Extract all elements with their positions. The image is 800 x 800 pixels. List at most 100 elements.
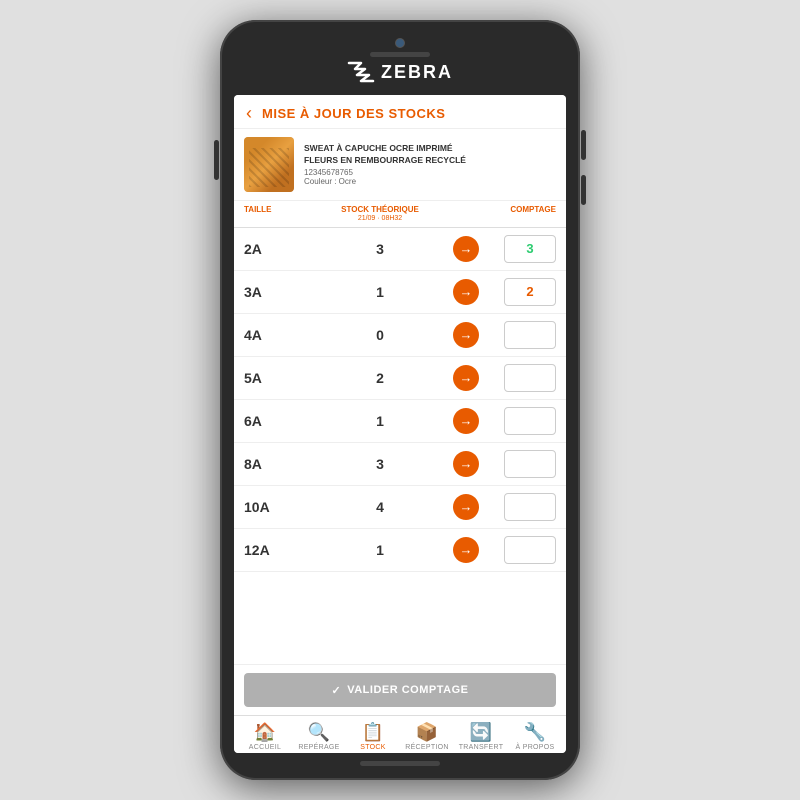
table-body: 2A 3 → 3A 1 → 4A 0 → [234,228,566,664]
nav-item-reception[interactable]: 📦 RÉCEPTION [400,722,454,751]
cell-size: 10A [244,499,314,515]
cell-size: 4A [244,327,314,343]
cell-input [486,407,556,435]
product-color: Couleur : Ocre [304,177,556,186]
cell-arrow: → [446,408,486,434]
cell-size: 3A [244,284,314,300]
cell-stock: 1 [314,413,446,429]
cell-arrow: → [446,451,486,477]
cell-size: 6A [244,413,314,429]
cell-size: 12A [244,542,314,558]
count-input-10A[interactable] [504,493,556,521]
table-row: 2A 3 → [234,228,566,271]
table-header: TAILLE STOCK THÉORIQUE 21/09 · 08H32 COM… [234,201,566,228]
reperage-icon: 🔍 [308,722,330,743]
cell-arrow: → [446,322,486,348]
th-arrow-spacer [446,205,486,223]
product-ref: 12345678765 [304,168,556,177]
arrow-button-8A[interactable]: → [453,451,479,477]
nav-item-apropos[interactable]: 🔧 À PROPOS [508,722,562,751]
count-input-2A[interactable] [504,235,556,263]
cell-stock: 2 [314,370,446,386]
screen: ‹ MISE À JOUR DES STOCKS SWEAT À CAPUCHE… [234,95,566,753]
reception-label: RÉCEPTION [405,744,449,751]
device-top: ZEBRA [234,38,566,89]
product-section: SWEAT À CAPUCHE OCRE IMPRIMÉFLEURS EN RE… [234,129,566,201]
cell-arrow: → [446,537,486,563]
cell-input [486,450,556,478]
apropos-label: À PROPOS [516,744,555,751]
count-input-8A[interactable] [504,450,556,478]
th-taille: TAILLE [244,205,314,223]
product-name: SWEAT À CAPUCHE OCRE IMPRIMÉFLEURS EN RE… [304,143,556,165]
sweat-pattern [244,137,294,192]
side-button-right-bottom[interactable] [581,175,586,205]
cell-input [486,536,556,564]
cell-stock: 0 [314,327,446,343]
nav-bar: 🏠 ACCUEIL 🔍 REPÉRAGE 📋 STOCK 📦 RÉCEPTION… [234,715,566,753]
zebra-brand-name: ZEBRA [381,62,453,83]
transfert-label: TRANSFERT [459,744,504,751]
arrow-button-5A[interactable]: → [453,365,479,391]
cell-stock: 1 [314,542,446,558]
nav-item-reperage[interactable]: 🔍 REPÉRAGE [292,722,346,751]
accueil-icon: 🏠 [254,722,276,743]
cell-input [486,235,556,263]
stock-label: STOCK [360,744,386,751]
table-row: 12A 1 → [234,529,566,572]
speaker-top [370,52,430,57]
count-input-3A[interactable] [504,278,556,306]
nav-item-stock[interactable]: 📋 STOCK [346,722,400,751]
count-input-12A[interactable] [504,536,556,564]
arrow-button-3A[interactable]: → [453,279,479,305]
back-button[interactable]: ‹ [246,103,252,124]
product-image [244,137,294,192]
table-row: 8A 3 → [234,443,566,486]
cell-stock: 3 [314,241,446,257]
speaker-bottom [360,761,440,766]
count-input-6A[interactable] [504,407,556,435]
cell-stock: 3 [314,456,446,472]
cell-input [486,278,556,306]
cell-arrow: → [446,236,486,262]
table-row: 6A 1 → [234,400,566,443]
checkmark-icon: ✓ [332,684,342,697]
reception-icon: 📦 [416,722,438,743]
zebra-logo: ZEBRA [347,61,453,83]
arrow-button-4A[interactable]: → [453,322,479,348]
arrow-button-10A[interactable]: → [453,494,479,520]
count-input-4A[interactable] [504,321,556,349]
table-row: 3A 1 → [234,271,566,314]
accueil-label: ACCUEIL [249,744,281,751]
cell-size: 2A [244,241,314,257]
reperage-label: REPÉRAGE [298,744,339,751]
device-bottom [234,761,566,766]
screen-header: ‹ MISE À JOUR DES STOCKS [234,95,566,129]
cell-stock: 1 [314,284,446,300]
cell-arrow: → [446,494,486,520]
table-row: 10A 4 → [234,486,566,529]
camera [395,38,405,48]
validate-section: ✓ VALIDER COMPTAGE [234,664,566,715]
cell-input [486,364,556,392]
cell-size: 8A [244,456,314,472]
th-stock-date: 21/09 · 08H32 [314,215,446,223]
side-button-left[interactable] [214,140,219,180]
table-row: 4A 0 → [234,314,566,357]
arrow-button-6A[interactable]: → [453,408,479,434]
nav-item-transfert[interactable]: 🔄 TRANSFERT [454,722,508,751]
mobile-device: ZEBRA ‹ MISE À JOUR DES STOCKS SWEAT À C… [220,20,580,780]
th-comptage: COMPTAGE [486,205,556,223]
stock-icon: 📋 [362,722,384,743]
side-button-right-top[interactable] [581,130,586,160]
arrow-button-12A[interactable]: → [453,537,479,563]
validate-button[interactable]: ✓ VALIDER COMPTAGE [244,673,556,707]
nav-item-accueil[interactable]: 🏠 ACCUEIL [238,722,292,751]
apropos-icon: 🔧 [524,722,546,743]
validate-label: VALIDER COMPTAGE [347,684,468,696]
arrow-button-2A[interactable]: → [453,236,479,262]
th-stock: STOCK THÉORIQUE 21/09 · 08H32 [314,205,446,223]
product-info: SWEAT À CAPUCHE OCRE IMPRIMÉFLEURS EN RE… [304,143,556,185]
page-title: MISE À JOUR DES STOCKS [262,106,445,121]
count-input-5A[interactable] [504,364,556,392]
